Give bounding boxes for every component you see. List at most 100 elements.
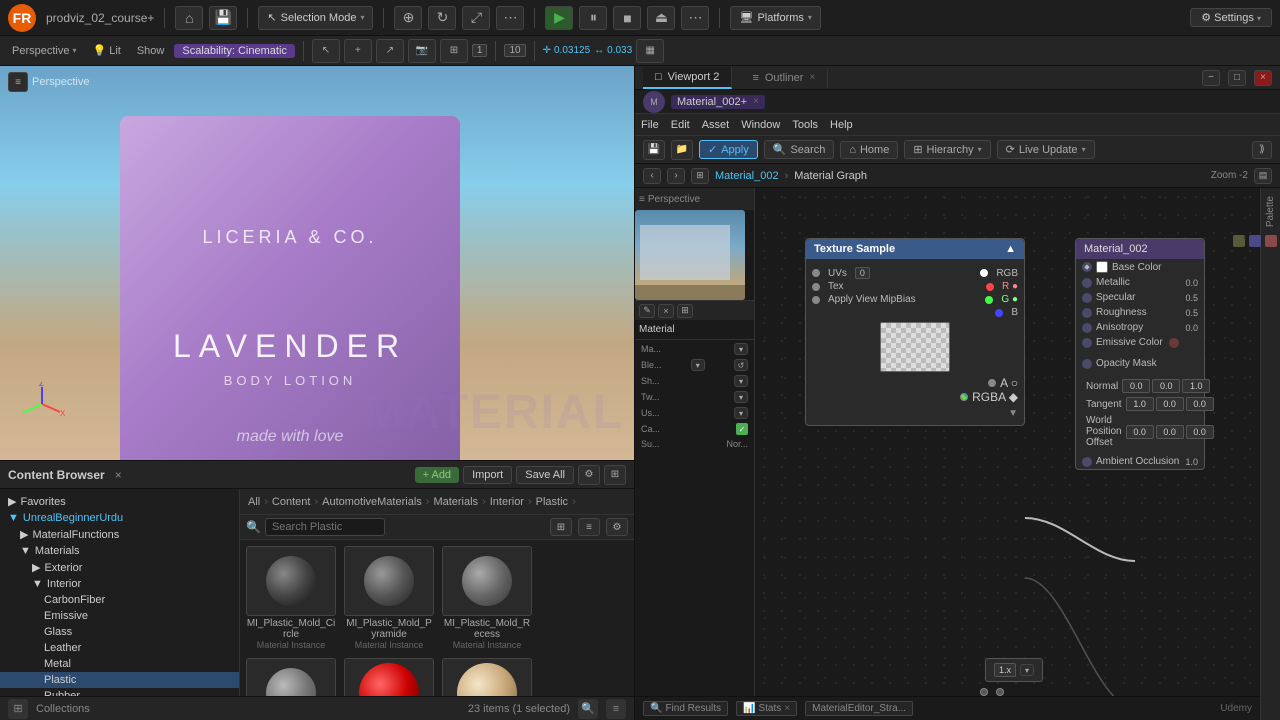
settings-button[interactable]: ⚙ Settings ▾ bbox=[1190, 8, 1272, 27]
mini-tool-3[interactable]: ⊞ bbox=[677, 304, 693, 318]
list-item[interactable]: MI_Plastic_Mold_Recess Material Instance bbox=[442, 546, 532, 650]
material-002-node[interactable]: Material_002 ◆ Base Color M bbox=[1075, 238, 1205, 470]
platforms-button[interactable]: 🖥 Platforms ▾ bbox=[730, 6, 820, 30]
selection-mode-button[interactable]: ↖ Selection Mode ▾ bbox=[258, 6, 373, 30]
filter-settings-btn[interactable]: ⚙ bbox=[606, 518, 628, 536]
mini-tool-1[interactable]: ✎ bbox=[639, 304, 655, 318]
breadcrumb-content[interactable]: Content bbox=[272, 496, 311, 508]
file-menu-asset[interactable]: Asset bbox=[702, 119, 730, 131]
more-tools-btn[interactable]: ⋯ bbox=[496, 6, 524, 30]
glass-item[interactable]: Glass bbox=[0, 624, 239, 640]
ambient-occ-pin-icon[interactable] bbox=[1082, 457, 1092, 467]
search-icon-footer[interactable]: 🔍 bbox=[578, 699, 598, 719]
materials-item[interactable]: ▼ Materials bbox=[0, 543, 239, 559]
breadcrumb-plastic[interactable]: Plastic bbox=[536, 496, 568, 508]
list-view-btn[interactable]: ≡ bbox=[578, 518, 600, 536]
carbonfiber-item[interactable]: CarbonFiber bbox=[0, 592, 239, 608]
rotate-btn[interactable]: ↻ bbox=[428, 6, 456, 30]
stop-button[interactable]: ■ bbox=[613, 6, 641, 30]
close-icon[interactable]: × bbox=[1254, 70, 1272, 86]
collections-icon[interactable]: ⊞ bbox=[8, 699, 28, 719]
specular-pin-icon[interactable] bbox=[1082, 293, 1092, 303]
search-input[interactable] bbox=[265, 518, 385, 536]
file-menu-help[interactable]: Help bbox=[830, 119, 853, 131]
settings-content-icon[interactable]: ⚙ bbox=[578, 465, 600, 485]
apply-button[interactable]: ✓ Apply bbox=[699, 140, 758, 159]
mat-col-chevron-1[interactable]: ▾ bbox=[734, 343, 748, 355]
maximize-icon[interactable]: □ bbox=[1228, 70, 1246, 86]
g-output-pin[interactable] bbox=[985, 296, 993, 304]
filter-icon-footer[interactable]: ≡ bbox=[606, 699, 626, 719]
lit-button[interactable]: 💡 Lit bbox=[87, 42, 127, 59]
stats-button[interactable]: 📊 Stats × bbox=[736, 701, 797, 716]
emissive-pin-icon[interactable] bbox=[1082, 338, 1092, 348]
tex-input-pin[interactable] bbox=[812, 283, 820, 291]
expand-texture-icon[interactable]: ▼ bbox=[1008, 408, 1018, 419]
layout-icon[interactable]: ▦ bbox=[636, 39, 664, 63]
hierarchy-button[interactable]: ⊞ Hierarchy ▾ bbox=[904, 140, 990, 159]
mini-menu-icon[interactable]: ≡ bbox=[639, 194, 645, 205]
grid-nav-icon[interactable]: ⊞ bbox=[691, 168, 709, 184]
uvs-input-pin[interactable] bbox=[812, 269, 820, 277]
plastic-item[interactable]: Plastic bbox=[0, 672, 239, 688]
list-item[interactable]: MI_Plastic_Polyp... Material bbox=[246, 658, 336, 696]
expand-icon[interactable]: ⟫ bbox=[1252, 141, 1272, 159]
breadcrumb-materials[interactable]: Materials bbox=[433, 496, 478, 508]
mat-col-chevron-3[interactable]: ▾ bbox=[734, 375, 748, 387]
leather-item[interactable]: Leather bbox=[0, 640, 239, 656]
content-browser-close-icon[interactable]: × bbox=[115, 468, 122, 482]
metal-item[interactable]: Metal bbox=[0, 656, 239, 672]
mat-col-chevron-5[interactable]: ▾ bbox=[734, 407, 748, 419]
connection-dropdown-icon[interactable]: ▾ bbox=[1020, 664, 1034, 676]
mat-col-chevron-4[interactable]: ▾ bbox=[734, 391, 748, 403]
save-btn[interactable]: 💾 bbox=[209, 6, 237, 30]
mat-col-refresh-icon[interactable]: ↺ bbox=[734, 359, 748, 371]
save-all-button[interactable]: Save All bbox=[516, 466, 574, 484]
show-button[interactable]: Show bbox=[131, 43, 171, 59]
outliner-tab[interactable]: ≡ Outliner × bbox=[740, 68, 828, 88]
mini-close-icon[interactable]: × bbox=[658, 304, 674, 318]
nav-forward-button[interactable]: › bbox=[667, 168, 685, 184]
move-tool-icon[interactable]: ↖ bbox=[312, 39, 340, 63]
file-menu-tools[interactable]: Tools bbox=[792, 119, 818, 131]
import-button[interactable]: Import bbox=[463, 466, 512, 484]
list-view-icon[interactable]: ⊞ bbox=[604, 465, 626, 485]
grid-icon[interactable]: ⊞ bbox=[440, 39, 468, 63]
grid-view-btn[interactable]: ⊞ bbox=[550, 518, 572, 536]
list-item[interactable]: MI_Plastic_Mold_Circle Material Instance bbox=[246, 546, 336, 650]
outliner-tab-close-icon[interactable]: × bbox=[809, 72, 815, 83]
node-canvas[interactable]: Texture Sample ▲ UVs 0 RGB bbox=[755, 188, 1260, 696]
r-output-pin[interactable] bbox=[986, 283, 994, 291]
viewport-menu-icon[interactable]: ≡ bbox=[8, 72, 28, 92]
pause-button[interactable]: ⏸ bbox=[579, 6, 607, 30]
a-output-pin[interactable] bbox=[988, 379, 996, 387]
b-output-pin[interactable] bbox=[995, 309, 1003, 317]
browse-mat-icon[interactable]: 📁 bbox=[671, 140, 693, 160]
palette-toggle-icon[interactable]: ▤ bbox=[1254, 168, 1272, 184]
more-play-btn[interactable]: ⋯ bbox=[681, 6, 709, 30]
opacity-pin-icon[interactable] bbox=[1082, 359, 1092, 369]
live-update-button[interactable]: ⟳ Live Update ▾ bbox=[997, 140, 1095, 159]
emissive-item[interactable]: Emissive bbox=[0, 608, 239, 624]
favorites-item[interactable]: ▶ Favorites bbox=[0, 493, 239, 510]
eject-button[interactable]: ⏏ bbox=[647, 6, 675, 30]
minimize-icon[interactable]: − bbox=[1202, 70, 1220, 86]
mip-input-pin[interactable] bbox=[812, 296, 820, 304]
breadcrumb-automotive[interactable]: AutomotiveMaterials bbox=[322, 496, 422, 508]
exterior-item[interactable]: ▶ Exterior bbox=[0, 559, 239, 576]
play-button[interactable]: ▶ bbox=[545, 6, 573, 30]
roughness-pin-icon[interactable] bbox=[1082, 308, 1092, 318]
home-button-mat[interactable]: ⌂ Home bbox=[840, 141, 898, 159]
find-results-button[interactable]: 🔍 Find Results bbox=[643, 701, 728, 716]
rubber-item[interactable]: Rubber bbox=[0, 688, 239, 696]
scale-tool-icon[interactable]: ↗ bbox=[376, 39, 404, 63]
stats-close-icon[interactable]: × bbox=[784, 703, 790, 714]
scale-btn[interactable]: ⤢ bbox=[462, 6, 490, 30]
file-menu-edit[interactable]: Edit bbox=[671, 119, 690, 131]
anisotropy-pin-icon[interactable] bbox=[1082, 323, 1092, 333]
viewport[interactable]: LICERIA & CO. LAVENDER BODY LOTION made … bbox=[0, 66, 634, 460]
rgba-output-pin[interactable] bbox=[960, 393, 968, 401]
rgb-output-pin[interactable] bbox=[980, 269, 988, 277]
nav-back-button[interactable]: ‹ bbox=[643, 168, 661, 184]
connection-node[interactable]: 1.x ▾ bbox=[985, 658, 1043, 682]
